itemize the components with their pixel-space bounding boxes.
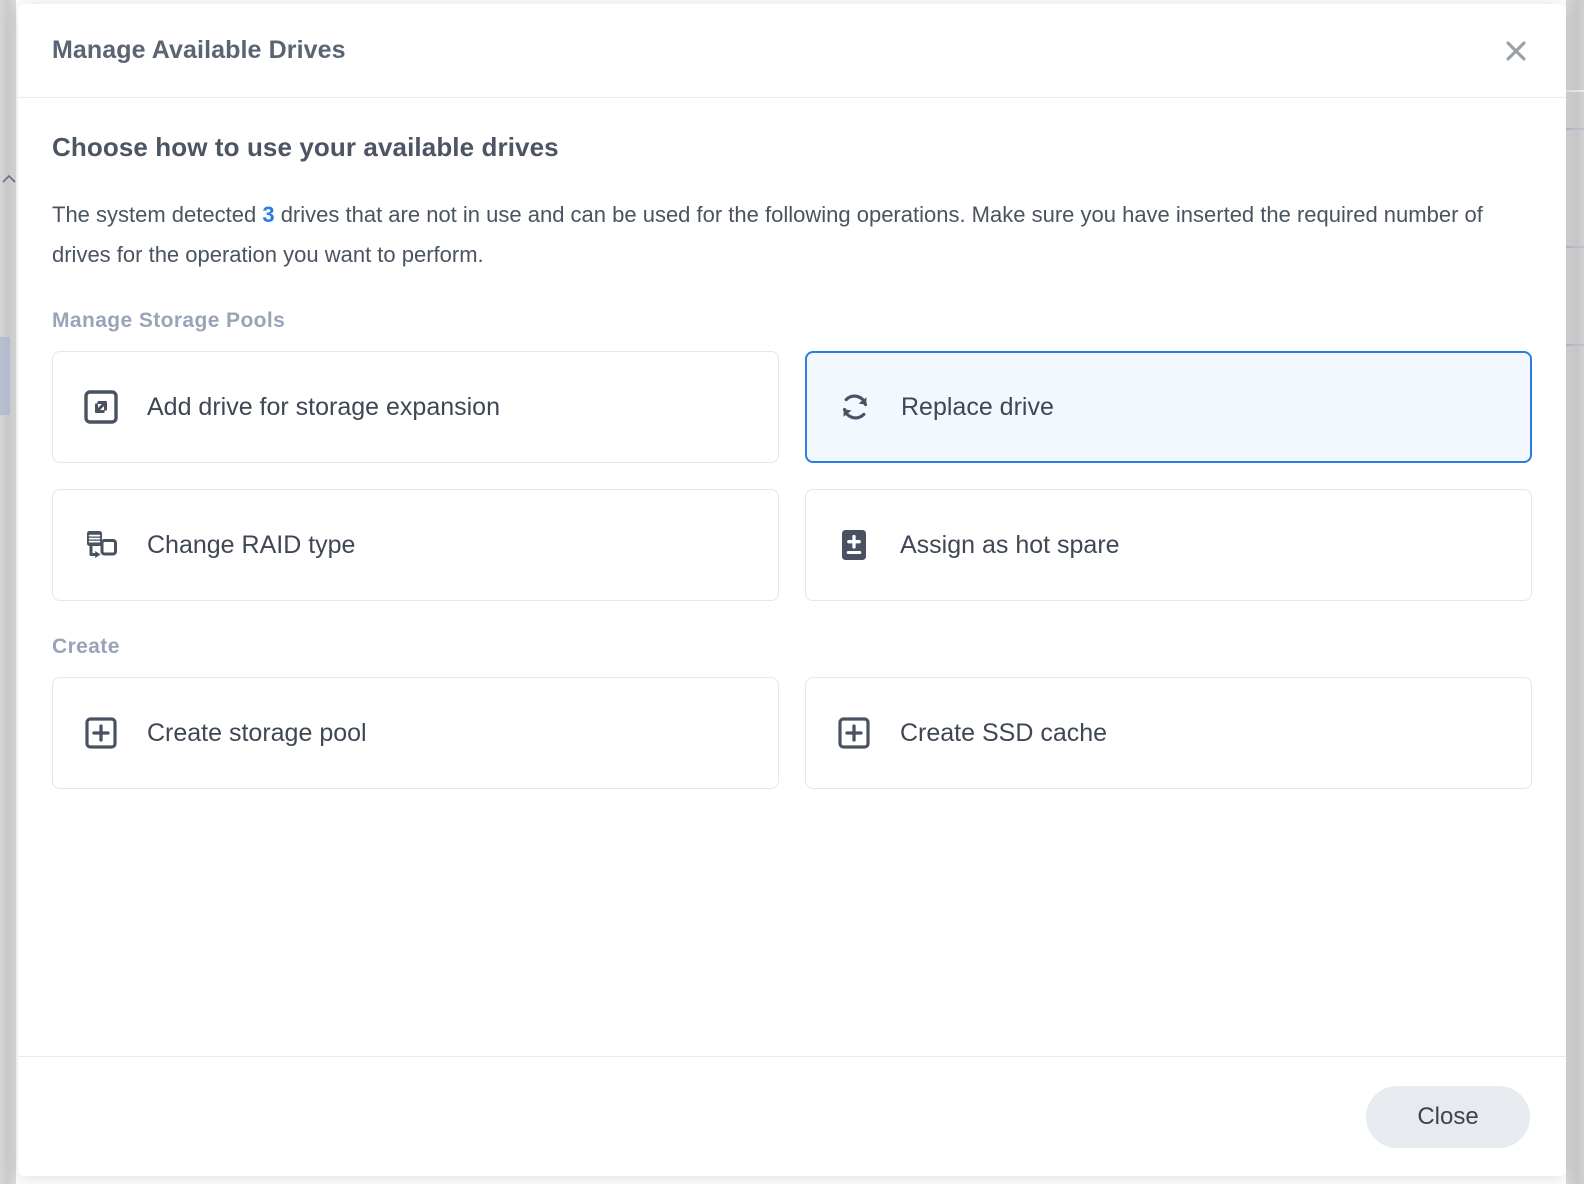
- dialog-header: Manage Available Drives: [18, 4, 1566, 98]
- option-change-raid-type[interactable]: Change RAID type: [52, 489, 779, 601]
- background-chevron-icon: [2, 172, 16, 184]
- option-assign-as-hot-spare[interactable]: Assign as hot spare: [805, 489, 1532, 601]
- manage-storage-pools-options: Add drive for storage expansion Replace …: [52, 351, 1532, 601]
- option-create-ssd-cache[interactable]: Create SSD cache: [805, 677, 1532, 789]
- group-label-manage-storage-pools: Manage Storage Pools: [52, 309, 1532, 333]
- refresh-sync-icon: [835, 387, 875, 427]
- plus-square-icon: [81, 713, 121, 753]
- expand-arrows-icon: [81, 387, 121, 427]
- dialog-title: Manage Available Drives: [52, 36, 346, 65]
- create-options: Create storage pool Create SSD cache: [52, 677, 1532, 789]
- drive-count: 3: [262, 202, 274, 227]
- option-label: Replace drive: [901, 393, 1054, 422]
- option-label: Change RAID type: [147, 531, 355, 560]
- option-create-storage-pool[interactable]: Create storage pool: [52, 677, 779, 789]
- page-title: Choose how to use your available drives: [52, 132, 1532, 163]
- close-button[interactable]: Close: [1366, 1086, 1530, 1148]
- close-icon[interactable]: [1496, 31, 1536, 71]
- intro-description: The system detected 3 drives that are no…: [52, 195, 1492, 275]
- option-label: Create SSD cache: [900, 719, 1107, 748]
- intro-text-before: The system detected: [52, 202, 262, 227]
- plus-square-icon: [834, 713, 874, 753]
- background-selected-row: [0, 337, 10, 415]
- group-label-create: Create: [52, 635, 1532, 659]
- option-label: Add drive for storage expansion: [147, 393, 500, 422]
- option-replace-drive[interactable]: Replace drive: [805, 351, 1532, 463]
- raid-convert-icon: [81, 525, 121, 565]
- option-label: Assign as hot spare: [900, 531, 1120, 560]
- option-label: Create storage pool: [147, 719, 367, 748]
- background-right-edge: [1566, 0, 1584, 1184]
- manage-available-drives-dialog: Manage Available Drives Choose how to us…: [18, 4, 1566, 1176]
- option-add-drive-for-storage-expansion[interactable]: Add drive for storage expansion: [52, 351, 779, 463]
- hot-spare-plus-icon: [834, 525, 874, 565]
- dialog-footer: Close: [18, 1056, 1566, 1176]
- dialog-body: Choose how to use your available drives …: [18, 98, 1566, 1056]
